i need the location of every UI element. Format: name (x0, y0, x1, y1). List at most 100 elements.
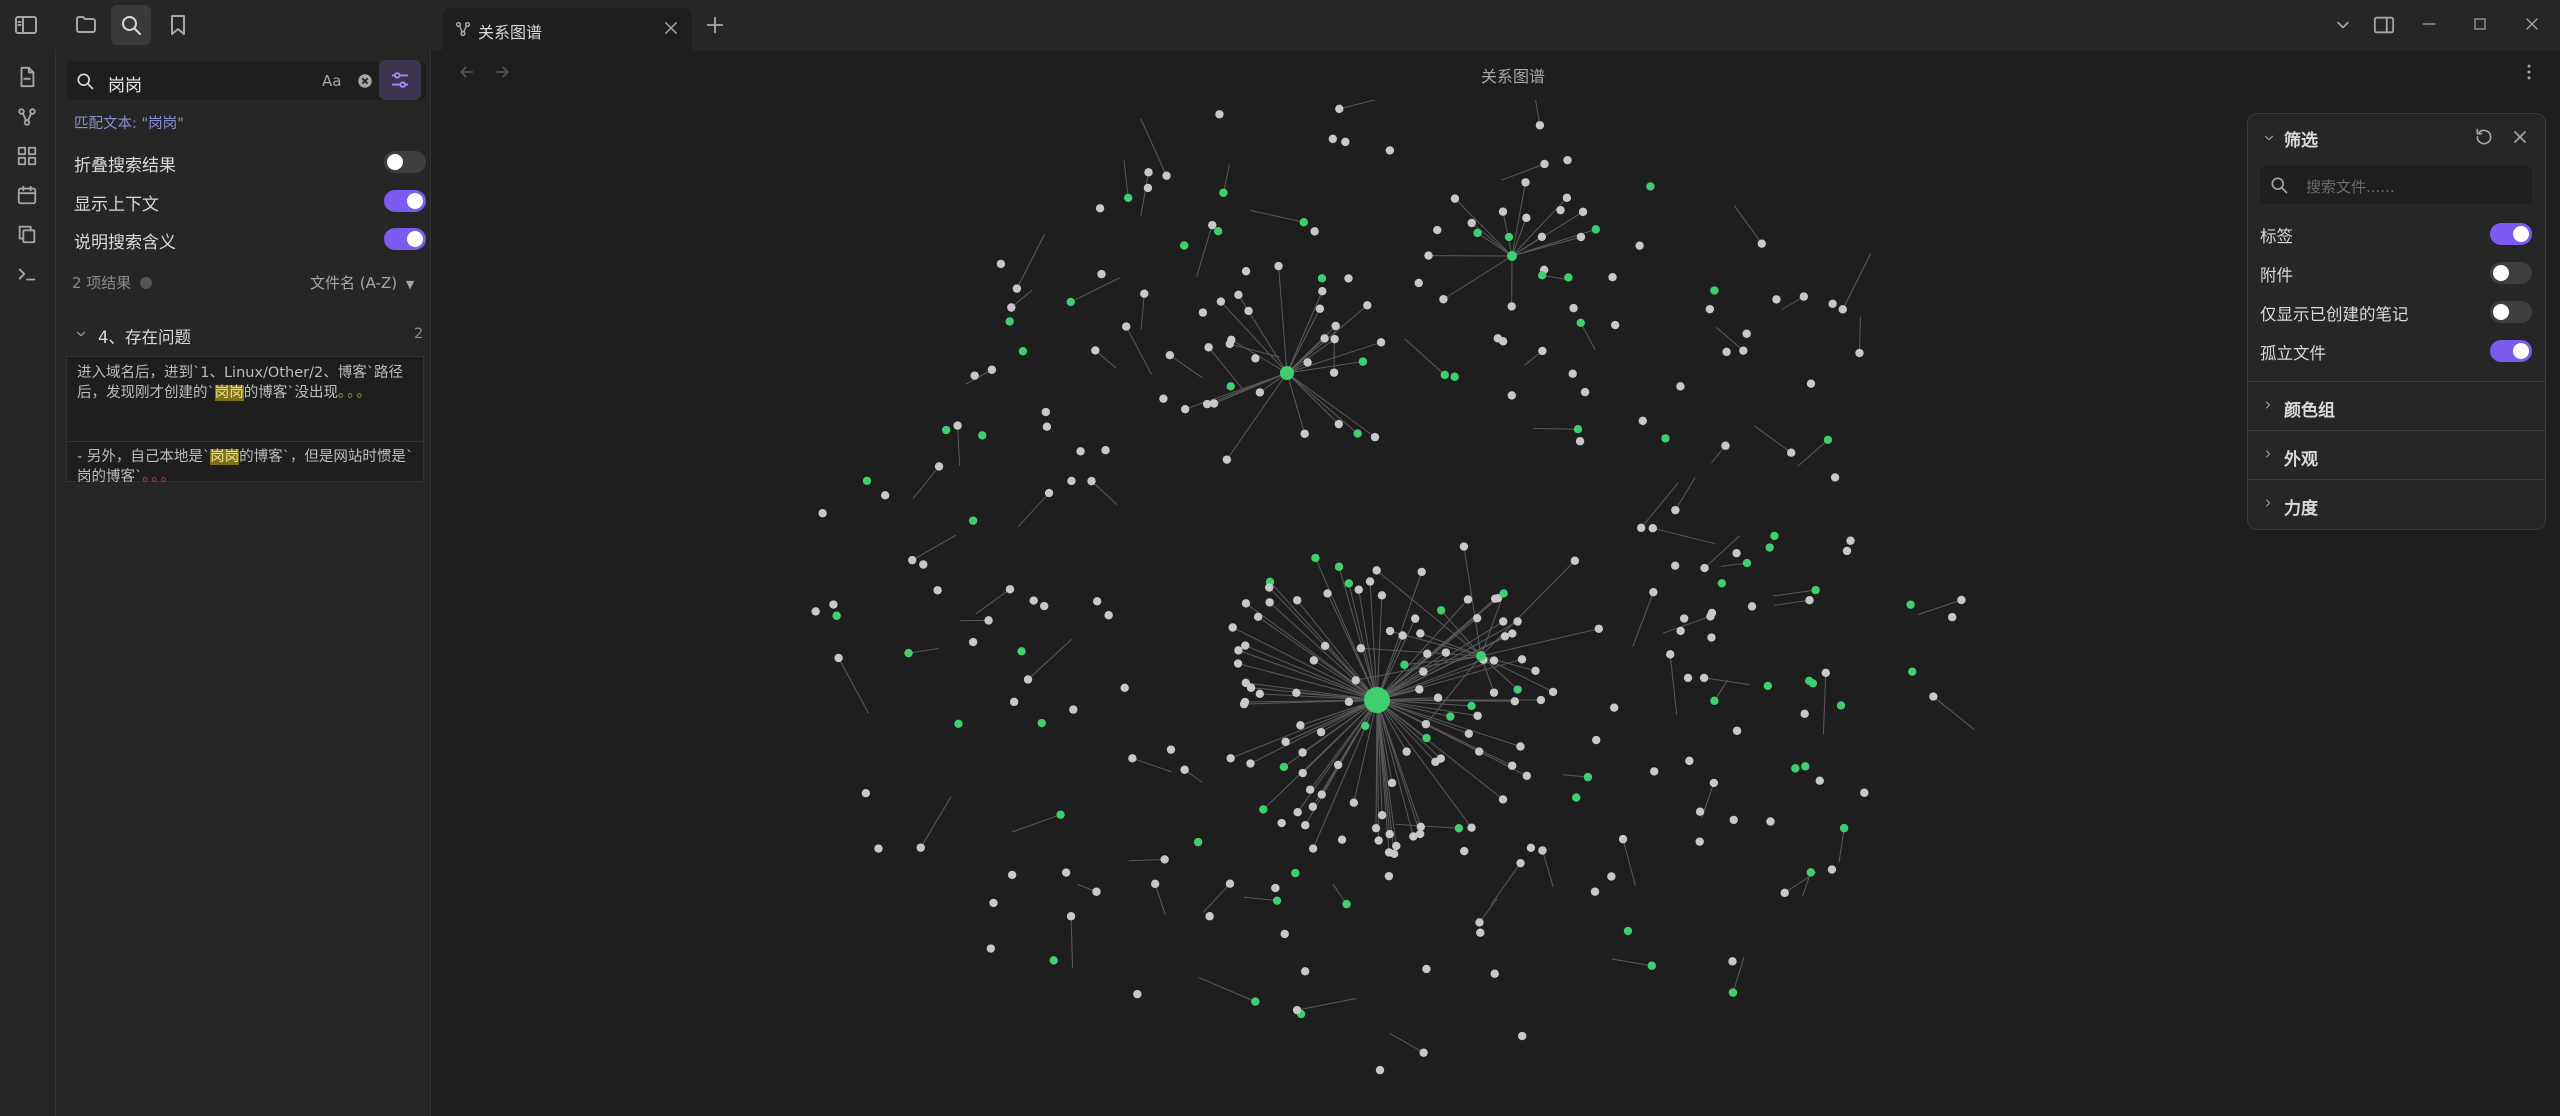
graph-node[interactable] (1329, 368, 1339, 377)
graph-node[interactable] (1747, 602, 1757, 611)
graph-node[interactable] (1410, 614, 1420, 623)
graph-node[interactable] (1517, 1031, 1527, 1041)
graph-node[interactable] (1676, 382, 1685, 391)
option-show-context[interactable]: 显示上下文 (74, 188, 426, 216)
graph-node[interactable] (1791, 764, 1800, 773)
graph-node[interactable] (1292, 1005, 1302, 1015)
graph-node[interactable] (1538, 846, 1547, 855)
result-file-name[interactable]: 4、存在问题 (98, 324, 191, 348)
graph-node[interactable] (1568, 369, 1577, 378)
more-icon[interactable] (140, 277, 153, 289)
sidebar-toggle-icon[interactable] (6, 5, 46, 45)
graph-node[interactable] (1296, 721, 1305, 730)
graph-node[interactable] (1705, 304, 1715, 314)
graph-node[interactable] (1531, 666, 1540, 676)
tab-graph-view[interactable]: 关系图谱 (442, 8, 692, 50)
graph-node[interactable] (904, 648, 913, 658)
graph-node[interactable] (1092, 597, 1102, 606)
graph-node[interactable] (1475, 918, 1484, 927)
graph-node[interactable] (1811, 585, 1820, 595)
graph-node[interactable] (1590, 887, 1600, 896)
graph-node[interactable] (1808, 679, 1818, 688)
graph-node[interactable] (1277, 818, 1286, 828)
graph-node[interactable] (1564, 273, 1573, 282)
graph-node[interactable] (968, 516, 978, 525)
graph-node[interactable] (1729, 815, 1738, 825)
graph-node[interactable] (1180, 765, 1189, 774)
graph-node[interactable] (1018, 346, 1028, 356)
graph-node[interactable] (1067, 476, 1076, 486)
graph-node[interactable] (1241, 599, 1251, 608)
graph-node[interactable] (1806, 379, 1816, 388)
graph-node[interactable] (1422, 733, 1431, 743)
graph-node[interactable] (1473, 228, 1482, 238)
graph-node[interactable] (861, 788, 871, 798)
graph-node[interactable] (1331, 321, 1340, 331)
graph-node[interactable] (1234, 290, 1243, 300)
graph-node[interactable] (1354, 585, 1363, 594)
graph-node[interactable] (1255, 388, 1265, 397)
graph-node[interactable] (1957, 595, 1966, 605)
search-result-card[interactable]: 进入域名后，进到`1、Linux/Other/2、博客`路径后，发现刚才创建的`… (66, 356, 424, 485)
graph-node[interactable] (1679, 614, 1689, 623)
graph-node[interactable] (1572, 793, 1581, 802)
graph-node[interactable] (1649, 587, 1658, 597)
graph-node[interactable] (1298, 768, 1307, 778)
graph-node[interactable] (1316, 727, 1326, 737)
graph-node[interactable] (874, 844, 883, 853)
graph-node[interactable] (1562, 193, 1572, 203)
graph-node[interactable] (862, 476, 872, 485)
graph-node[interactable] (1766, 817, 1775, 826)
graph-node[interactable] (1272, 896, 1282, 905)
graph-node[interactable] (1180, 404, 1190, 414)
graph-node[interactable] (1213, 226, 1223, 236)
graph-node[interactable] (1228, 623, 1237, 632)
graph-node[interactable] (1069, 705, 1078, 714)
graph-node[interactable] (1507, 302, 1516, 311)
graph-node[interactable] (1450, 194, 1460, 203)
graph-node[interactable] (1827, 865, 1837, 874)
graph-node[interactable] (1274, 261, 1283, 271)
graph-node[interactable] (1500, 632, 1510, 641)
graph-node[interactable] (1241, 641, 1250, 650)
graph-node[interactable] (1311, 553, 1320, 563)
graph-view-icon[interactable] (8, 100, 46, 134)
search-tab-icon[interactable] (111, 5, 151, 45)
graph-node[interactable] (1576, 232, 1586, 242)
graph-node[interactable] (1076, 447, 1085, 456)
graph-node[interactable] (1049, 956, 1058, 965)
graph-node[interactable] (1799, 292, 1809, 301)
graph-node[interactable] (1330, 334, 1339, 344)
graph-node[interactable] (1320, 641, 1330, 651)
graph-node[interactable] (1594, 624, 1603, 633)
graph-node[interactable] (1377, 591, 1387, 600)
graph-node[interactable] (1507, 761, 1517, 770)
graph-node[interactable] (1150, 879, 1160, 889)
graph-node[interactable] (1710, 286, 1719, 295)
graph-node[interactable] (1215, 110, 1224, 119)
graph-node[interactable] (1805, 596, 1814, 605)
graph-node[interactable] (1219, 188, 1228, 197)
graph-node[interactable] (1757, 239, 1766, 248)
graph-node[interactable] (1293, 808, 1302, 817)
graph-node[interactable] (1385, 626, 1395, 636)
section-groups[interactable]: 颜色组 (2248, 381, 2545, 430)
graph-node[interactable] (1537, 271, 1547, 280)
graph-node[interactable] (1005, 585, 1015, 594)
graph-node[interactable] (1695, 807, 1705, 816)
graph-node[interactable] (1353, 429, 1362, 438)
graph-node[interactable] (1009, 697, 1019, 707)
graph-node[interactable] (1467, 823, 1476, 832)
graph-node[interactable] (1516, 742, 1525, 751)
minimize-icon[interactable] (2419, 14, 2439, 34)
graph-node[interactable] (1333, 760, 1343, 770)
graph-node[interactable] (1205, 912, 1214, 921)
graph-node[interactable] (1377, 810, 1387, 820)
graph-node[interactable] (1349, 798, 1359, 807)
graph-node[interactable] (1439, 295, 1448, 304)
graph-node[interactable] (1385, 829, 1394, 839)
graph-node[interactable] (1666, 650, 1675, 659)
graph-node[interactable] (1416, 629, 1425, 638)
section-display[interactable]: 外观 (2248, 430, 2545, 479)
graph-node[interactable] (1012, 284, 1022, 293)
